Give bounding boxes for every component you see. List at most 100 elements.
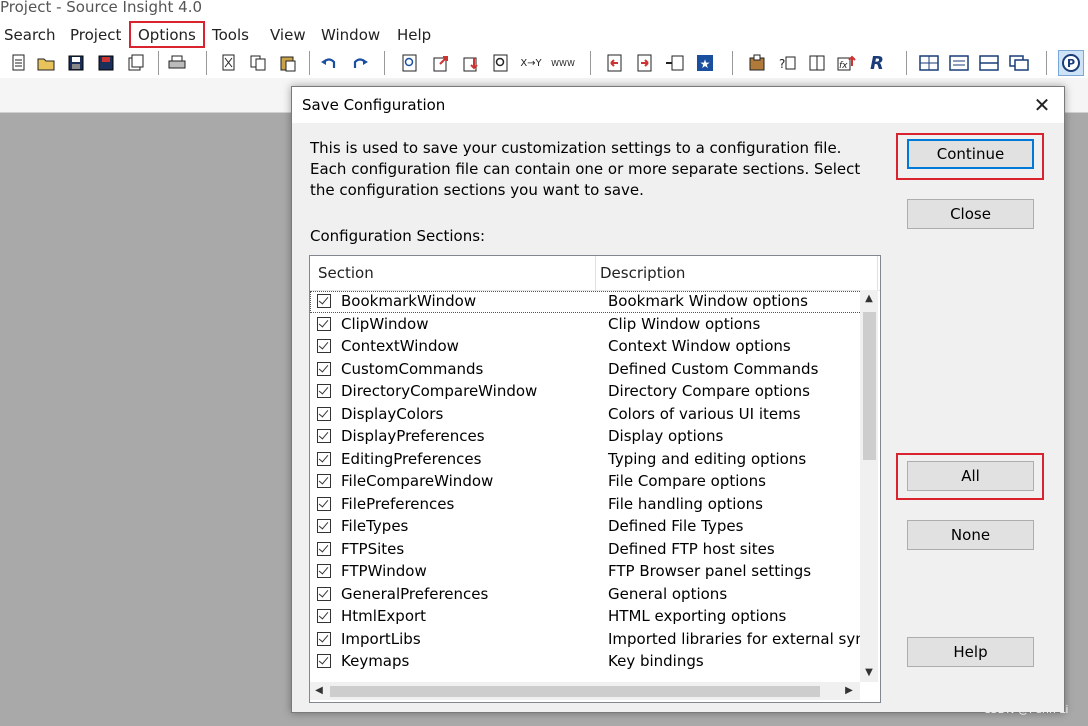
star-icon[interactable]: ★ bbox=[694, 52, 716, 74]
next-icon[interactable] bbox=[634, 52, 656, 74]
windows-icon[interactable] bbox=[1008, 52, 1030, 74]
list-item[interactable]: FileTypes Defined File Types bbox=[310, 516, 862, 538]
checkbox[interactable] bbox=[317, 339, 331, 353]
relation-icon[interactable] bbox=[664, 52, 686, 74]
checkbox[interactable] bbox=[317, 452, 331, 466]
paste-icon[interactable] bbox=[277, 52, 299, 74]
save-all-icon[interactable] bbox=[95, 52, 117, 74]
jump-icon[interactable] bbox=[430, 52, 452, 74]
section-name: ImportLibs bbox=[341, 630, 421, 648]
scroll-right-icon[interactable]: ▶ bbox=[840, 682, 858, 700]
configuration-sections-list[interactable]: Section Description BookmarkWindow Bookm… bbox=[309, 255, 881, 703]
split-icon[interactable] bbox=[978, 52, 1000, 74]
column-divider[interactable] bbox=[595, 256, 596, 290]
toolbar-separator bbox=[384, 51, 385, 75]
list-item[interactable]: DisplayColors Colors of various UI items bbox=[310, 404, 862, 426]
web-icon[interactable]: WWW bbox=[550, 52, 576, 74]
r-icon[interactable]: R bbox=[866, 52, 888, 74]
panel-icon[interactable] bbox=[948, 52, 970, 74]
lookup-icon[interactable] bbox=[746, 52, 768, 74]
redo-icon[interactable] bbox=[349, 52, 371, 74]
vertical-scrollbar[interactable]: ▲ ▼ bbox=[860, 290, 878, 682]
column-header-description[interactable]: Description bbox=[600, 264, 685, 282]
checkbox[interactable] bbox=[317, 497, 331, 511]
toolbar-separator bbox=[906, 51, 907, 75]
list-item[interactable]: FilePreferences File handling options bbox=[310, 494, 862, 516]
dialog-intro-text: This is used to save your customization … bbox=[310, 139, 861, 199]
list-item[interactable]: ClipWindow Clip Window options bbox=[310, 314, 862, 336]
save-icon[interactable] bbox=[65, 52, 87, 74]
checkbox[interactable] bbox=[317, 474, 331, 488]
checkbox[interactable] bbox=[317, 564, 331, 578]
bookmark-icon[interactable] bbox=[460, 52, 482, 74]
checkbox[interactable] bbox=[317, 294, 331, 308]
p-icon[interactable]: P bbox=[1058, 50, 1084, 76]
dialog-title-bar: Save Configuration ✕ bbox=[292, 87, 1064, 123]
list-item[interactable]: Keymaps Key bindings bbox=[310, 651, 862, 673]
checkbox[interactable] bbox=[317, 407, 331, 421]
none-button[interactable]: None bbox=[907, 520, 1034, 550]
close-button[interactable]: Close bbox=[907, 199, 1034, 229]
column-divider[interactable] bbox=[877, 256, 878, 290]
list-item[interactable]: ImportLibs Imported libraries for extern… bbox=[310, 629, 862, 651]
help-button[interactable]: Help bbox=[907, 637, 1034, 667]
section-description: Clip Window options bbox=[608, 315, 761, 333]
layout-icon[interactable] bbox=[918, 52, 940, 74]
vertical-scroll-thumb[interactable] bbox=[863, 312, 876, 460]
function-icon[interactable]: fx bbox=[836, 52, 858, 74]
list-item[interactable]: DirectoryCompareWindow Directory Compare… bbox=[310, 381, 862, 403]
checkbox[interactable] bbox=[317, 384, 331, 398]
browse-icon[interactable] bbox=[490, 52, 512, 74]
checkbox[interactable] bbox=[317, 654, 331, 668]
scroll-up-icon[interactable]: ▲ bbox=[860, 290, 878, 308]
checkbox[interactable] bbox=[317, 519, 331, 533]
menu-help[interactable]: Help bbox=[397, 26, 431, 44]
list-item[interactable]: FTPSites Defined FTP host sites bbox=[310, 539, 862, 561]
list-item[interactable]: CustomCommands Defined Custom Commands bbox=[310, 359, 862, 381]
menu-search[interactable]: Search bbox=[4, 26, 56, 44]
open-folder-icon[interactable] bbox=[36, 52, 58, 74]
list-item[interactable]: ContextWindow Context Window options bbox=[310, 336, 862, 358]
checkbox[interactable] bbox=[317, 542, 331, 556]
menu-project[interactable]: Project bbox=[70, 26, 121, 44]
column-header-section[interactable]: Section bbox=[318, 264, 374, 282]
new-file-icon[interactable] bbox=[8, 52, 30, 74]
search-icon[interactable] bbox=[399, 52, 421, 74]
book-icon[interactable] bbox=[806, 52, 828, 74]
copy-icon[interactable] bbox=[247, 52, 269, 74]
scroll-down-icon[interactable]: ▼ bbox=[860, 664, 878, 682]
horizontal-scroll-thumb[interactable] bbox=[330, 686, 820, 697]
list-item[interactable]: GeneralPreferences General options bbox=[310, 584, 862, 606]
close-files-icon[interactable] bbox=[125, 52, 147, 74]
replace-icon[interactable]: X→Y bbox=[518, 52, 544, 74]
list-item[interactable]: FileCompareWindow File Compare options bbox=[310, 471, 862, 493]
undo-icon[interactable] bbox=[318, 52, 340, 74]
list-item[interactable]: DisplayPreferences Display options bbox=[310, 426, 862, 448]
checkbox[interactable] bbox=[317, 429, 331, 443]
checkbox[interactable] bbox=[317, 362, 331, 376]
list-item[interactable]: FTPWindow FTP Browser panel settings bbox=[310, 561, 862, 583]
print-icon[interactable] bbox=[166, 52, 188, 74]
toolbar-separator bbox=[309, 51, 310, 75]
checkbox[interactable] bbox=[317, 632, 331, 646]
symbol-icon[interactable]: ? bbox=[776, 52, 798, 74]
checkbox[interactable] bbox=[317, 317, 331, 331]
section-description: Defined File Types bbox=[608, 517, 744, 535]
section-name: Keymaps bbox=[341, 652, 410, 670]
horizontal-scrollbar[interactable]: ◀ ▶ bbox=[310, 682, 860, 700]
checkbox[interactable] bbox=[317, 587, 331, 601]
menu-tools[interactable]: Tools bbox=[212, 26, 249, 44]
close-icon[interactable]: ✕ bbox=[1028, 91, 1056, 119]
checkbox[interactable] bbox=[317, 609, 331, 623]
section-name: DisplayPreferences bbox=[341, 427, 485, 445]
menu-window[interactable]: Window bbox=[321, 26, 380, 44]
section-description: Imported libraries for external sym bbox=[608, 630, 862, 648]
list-item[interactable]: HtmlExport HTML exporting options bbox=[310, 606, 862, 628]
menu-view[interactable]: View bbox=[270, 26, 306, 44]
scroll-left-icon[interactable]: ◀ bbox=[310, 682, 328, 700]
list-item[interactable]: EditingPreferences Typing and editing op… bbox=[310, 449, 862, 471]
cut-icon[interactable] bbox=[218, 52, 240, 74]
prev-icon[interactable] bbox=[604, 52, 626, 74]
list-item[interactable]: BookmarkWindow Bookmark Window options bbox=[310, 291, 862, 313]
section-name: EditingPreferences bbox=[341, 450, 482, 468]
